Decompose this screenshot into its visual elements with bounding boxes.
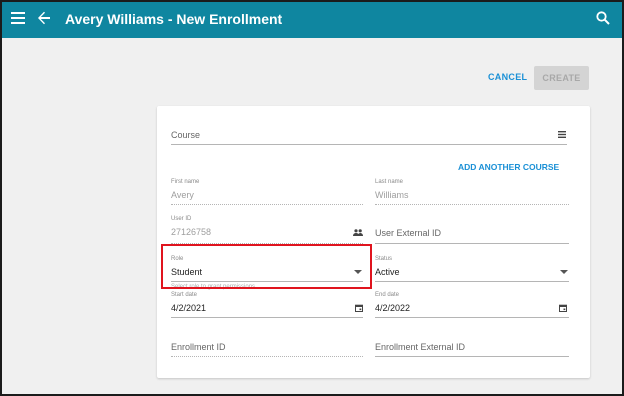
start-date-value: 4/2/2021 bbox=[171, 303, 207, 313]
course-underline bbox=[171, 144, 567, 145]
menu-icon[interactable] bbox=[11, 12, 25, 24]
end-date-value: 4/2/2022 bbox=[375, 303, 411, 313]
add-another-course-button[interactable]: ADD ANOTHER COURSE bbox=[458, 162, 559, 172]
enrollment-form-card: Course ADD ANOTHER COURSE First name Ave… bbox=[157, 106, 590, 378]
people-icon[interactable] bbox=[353, 229, 363, 236]
status-label: Status bbox=[375, 256, 393, 262]
first-name-field: First name Avery bbox=[171, 179, 363, 205]
end-date-underline bbox=[375, 317, 569, 318]
enrollment-external-id-placeholder: Enrollment External ID bbox=[375, 342, 466, 352]
calendar-icon[interactable] bbox=[559, 304, 567, 312]
app-bar: Avery Williams - New Enrollment bbox=[2, 2, 622, 38]
user-id-underline bbox=[171, 243, 363, 244]
course-field[interactable]: Course bbox=[171, 128, 567, 145]
cancel-button[interactable]: CANCEL bbox=[488, 72, 527, 82]
last-name-underline bbox=[375, 204, 569, 205]
start-date-underline bbox=[171, 317, 363, 318]
start-date-label: Start date bbox=[171, 292, 198, 298]
last-name-label: Last name bbox=[375, 179, 404, 185]
status-underline bbox=[375, 281, 569, 282]
app-window: Avery Williams - New Enrollment CANCEL C… bbox=[2, 2, 622, 394]
user-id-field: User ID 27126758 bbox=[171, 216, 363, 244]
page-title: Avery Williams - New Enrollment bbox=[65, 11, 283, 27]
user-id-label: User ID bbox=[171, 216, 192, 222]
calendar-icon[interactable] bbox=[355, 304, 363, 312]
chevron-down-icon[interactable] bbox=[560, 270, 568, 274]
user-id-value: 27126758 bbox=[171, 227, 212, 237]
start-date-field[interactable]: Start date 4/2/2021 bbox=[171, 292, 363, 318]
enrollment-id-underline bbox=[171, 356, 363, 357]
back-arrow-icon[interactable] bbox=[37, 11, 51, 25]
first-name-value: Avery bbox=[171, 190, 194, 200]
user-external-id-underline bbox=[375, 243, 569, 244]
enrollment-external-id-field[interactable]: Enrollment External ID bbox=[375, 340, 569, 357]
user-external-id-placeholder: User External ID bbox=[375, 228, 442, 238]
role-value: Student bbox=[171, 267, 203, 277]
role-select[interactable]: Role Student bbox=[171, 256, 363, 282]
enrollment-id-field[interactable]: Enrollment ID bbox=[171, 340, 363, 357]
last-name-field: Last name Williams bbox=[375, 179, 569, 205]
enrollment-id-placeholder: Enrollment ID bbox=[171, 342, 226, 352]
first-name-label: First name bbox=[171, 179, 200, 185]
first-name-underline bbox=[171, 204, 363, 205]
last-name-value: Williams bbox=[375, 190, 409, 200]
search-icon[interactable] bbox=[596, 11, 610, 25]
end-date-field[interactable]: End date 4/2/2022 bbox=[375, 292, 569, 318]
end-date-label: End date bbox=[375, 292, 400, 298]
role-underline bbox=[171, 281, 363, 282]
enrollment-external-id-underline bbox=[375, 356, 569, 357]
chevron-down-icon[interactable] bbox=[354, 270, 362, 274]
role-hint: Select role to grant permissions bbox=[171, 284, 256, 290]
user-external-id-field[interactable]: User External ID bbox=[375, 226, 569, 244]
role-label: Role bbox=[171, 256, 184, 262]
list-icon[interactable] bbox=[558, 131, 566, 138]
create-button[interactable]: CREATE bbox=[534, 66, 589, 90]
status-select[interactable]: Status Active bbox=[375, 256, 569, 282]
status-value: Active bbox=[375, 267, 400, 277]
course-placeholder: Course bbox=[171, 130, 201, 140]
